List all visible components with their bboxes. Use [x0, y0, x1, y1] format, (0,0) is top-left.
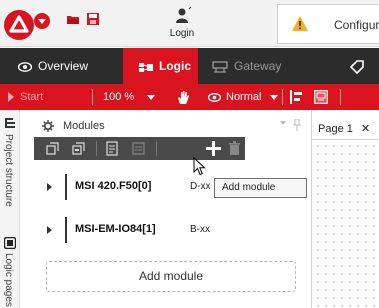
start-label: Start: [20, 91, 44, 103]
gear-icon: [42, 120, 54, 132]
zoom-value: 100 %: [103, 91, 135, 103]
configuration-status[interactable]: Configuration: [277, 4, 379, 44]
toolbar-separator: [340, 89, 341, 105]
tab-logic[interactable]: Logic: [123, 48, 198, 84]
align-button[interactable]: [290, 84, 302, 110]
mouse-cursor-icon: [193, 157, 206, 176]
toolbar-separator: [96, 141, 97, 156]
play-icon: [8, 92, 14, 103]
modules-panel: Modules MSI 420.F50[0] D-xx MSI-EM-IO84[…: [20, 110, 311, 308]
module-name: MSI-EM-IO84[1]: [75, 223, 156, 235]
properties-icon[interactable]: [104, 140, 121, 157]
close-icon[interactable]: ✕: [361, 123, 370, 135]
project-structure-tab[interactable]: Project structure: [3, 134, 14, 207]
module-color-bar: [65, 174, 67, 200]
logic-blocks-icon: [139, 62, 153, 72]
modules-panel-header: Modules: [20, 116, 311, 136]
login-button[interactable]: Login: [160, 5, 204, 43]
tag-icon: [350, 60, 364, 74]
tab-logic-label: Logic: [159, 59, 191, 73]
monitor-icon: [314, 90, 328, 104]
chevron-down-icon: [269, 94, 278, 100]
eye-icon: [18, 61, 32, 72]
eye-icon: [207, 92, 222, 102]
start-button[interactable]: Start: [8, 84, 43, 110]
project-tree-icon: [5, 118, 15, 128]
logic-toolbar: Start 100 % Normal: [0, 84, 379, 110]
tab-overview[interactable]: Overview: [18, 48, 118, 84]
app-window: Login Configuration Overview Logic Gatew…: [0, 0, 379, 308]
main-tab-bar: Overview Logic Gateway: [0, 48, 379, 84]
module-settings-icon[interactable]: [130, 140, 147, 157]
zoom-select[interactable]: 100 %: [103, 84, 156, 110]
module-type: D-xx: [190, 181, 211, 192]
module-type: B-xx: [190, 224, 210, 235]
side-strip: Project structure Logic pages: [0, 110, 20, 308]
warning-icon: [292, 16, 308, 31]
app-menu-button[interactable]: [4, 10, 54, 40]
view-mode-select[interactable]: Normal: [207, 84, 278, 110]
pin-icon[interactable]: [293, 119, 301, 131]
logic-page-icon: [4, 237, 16, 249]
expand-all-icon[interactable]: [44, 140, 61, 157]
expand-arrow-icon[interactable]: [47, 183, 52, 191]
tab-overview-label: Overview: [38, 59, 89, 73]
logic-pages-tab[interactable]: Logic pages: [3, 253, 14, 307]
tab-tools[interactable]: [350, 48, 379, 84]
toolbar-separator: [156, 141, 157, 156]
module-name: MSI 420.F50[0]: [75, 180, 152, 192]
align-icon: [290, 90, 302, 105]
logic-canvas[interactable]: [314, 142, 379, 308]
monitor-button[interactable]: [314, 84, 328, 110]
modules-panel-title: Modules: [63, 120, 105, 132]
tab-page-1[interactable]: Page 1 ✕: [312, 118, 379, 140]
brand-logo-icon: [4, 10, 34, 40]
tab-gateway-label: Gateway: [234, 59, 282, 73]
add-module-tooltip: Add module: [214, 178, 307, 198]
user-icon: [176, 7, 192, 23]
collapse-all-icon[interactable]: [70, 140, 87, 157]
pan-tool-button[interactable]: [176, 84, 190, 110]
title-bar: Login Configuration: [0, 0, 379, 47]
toolbar-separator: [282, 89, 283, 105]
gateway-icon: [212, 61, 228, 73]
hand-icon: [178, 90, 189, 104]
add-module-button[interactable]: Add module: [46, 261, 296, 292]
module-color-bar: [65, 217, 67, 243]
chevron-down-icon: [34, 13, 50, 29]
configuration-text: Configuration: [334, 18, 379, 32]
tab-gateway[interactable]: Gateway: [212, 48, 302, 84]
view-mode-label: Normal: [226, 91, 262, 103]
modules-toolbar: [34, 137, 245, 160]
logic-page-area: Page 1 ✕: [311, 110, 379, 308]
chevron-down-icon[interactable]: [280, 121, 286, 125]
page-tab-label: Page 1: [318, 123, 353, 135]
trash-icon[interactable]: [226, 140, 243, 157]
toolbar-separator: [92, 89, 93, 105]
save-icon[interactable]: [86, 12, 100, 26]
expand-arrow-icon[interactable]: [47, 226, 52, 234]
login-label: Login: [169, 28, 195, 39]
open-folder-icon[interactable]: [66, 12, 80, 26]
module-row[interactable]: MSI-EM-IO84[1] B-xx: [34, 215, 311, 245]
chevron-down-icon: [147, 94, 156, 100]
